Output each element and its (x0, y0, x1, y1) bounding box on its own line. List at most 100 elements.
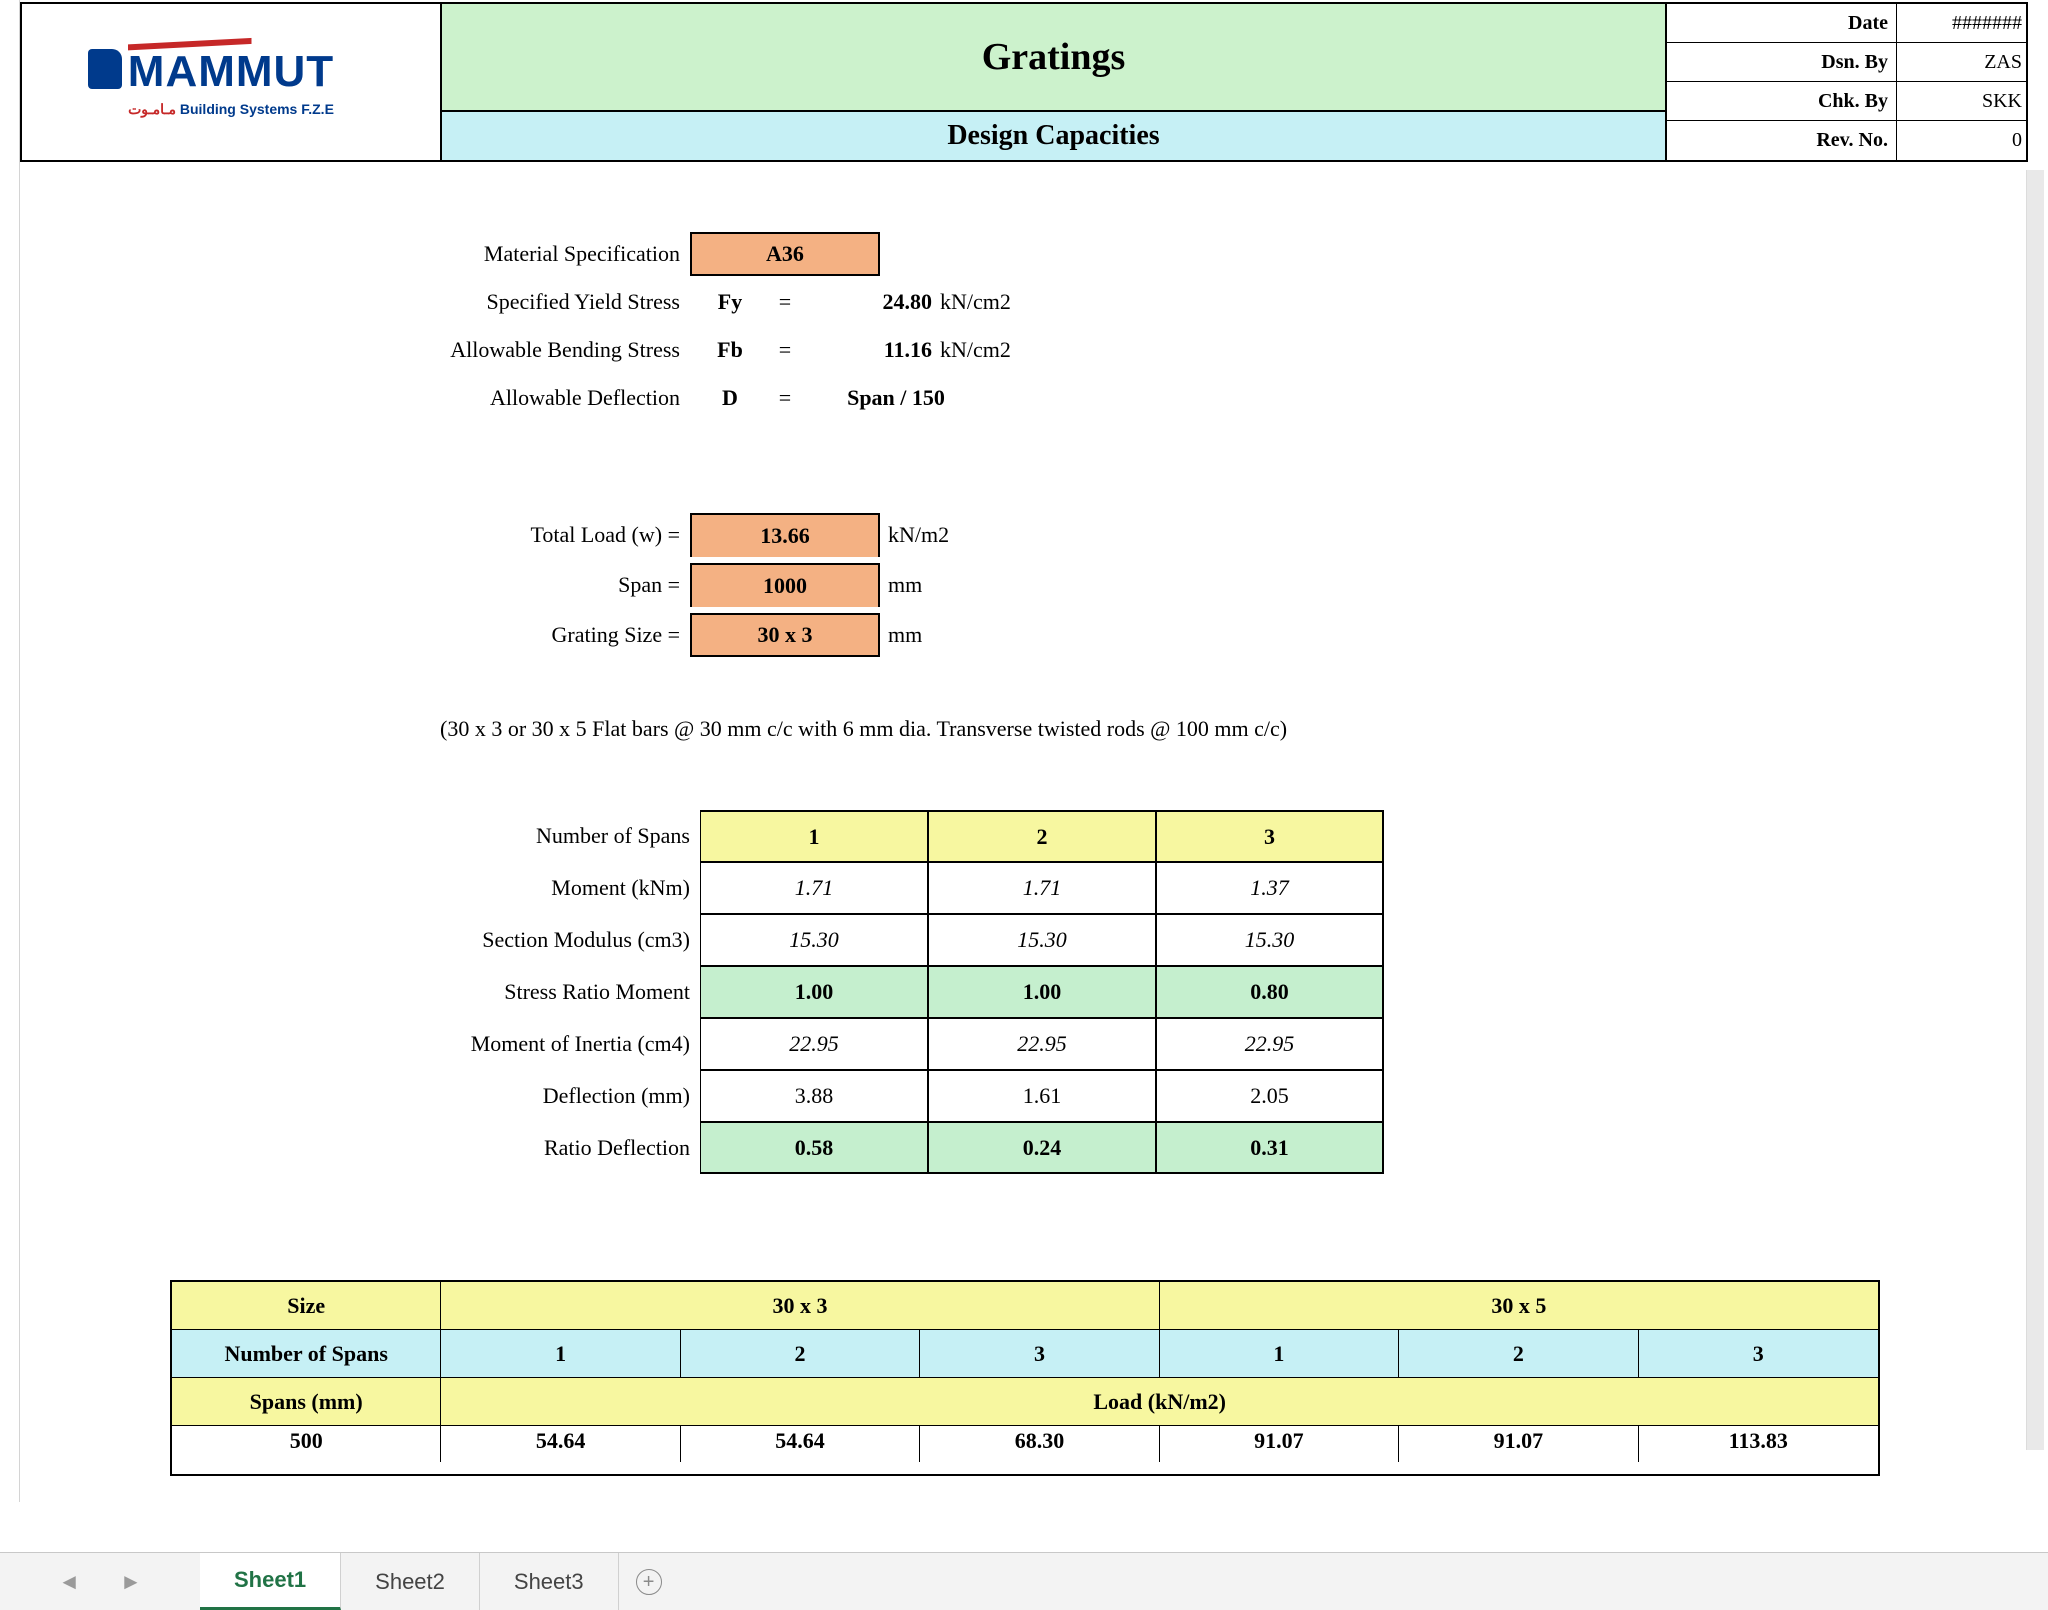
input-unit: kN/m2 (880, 522, 1000, 548)
size-group: 30 x 3 (441, 1282, 1159, 1330)
table-cell: 1.61 (928, 1070, 1156, 1122)
row-label: Moment of Inertia (cm4) (300, 1018, 700, 1070)
equals-sign: = (770, 385, 800, 411)
spec-block: Material Specification A36 Specified Yie… (300, 230, 1400, 422)
table-cell: 0.80 (1156, 966, 1384, 1018)
spec-unit: kN/cm2 (940, 289, 1060, 315)
spec-label: Allowable Bending Stress (300, 337, 690, 363)
grating-size-input[interactable]: 30 x 3 (690, 613, 880, 657)
spec-symbol: Fb (690, 337, 770, 363)
nspans-cell: 1 (1160, 1330, 1399, 1378)
table-cell: 1.71 (700, 862, 928, 914)
meta-value: SKK (1897, 82, 2028, 120)
table-cell: 0.58 (700, 1122, 928, 1174)
spec-value: Span / 150 (800, 385, 1000, 411)
meta-block: Date####### Dsn. ByZAS Chk. BySKK Rev. N… (1667, 4, 2028, 160)
meta-key: Date (1667, 4, 1897, 42)
table-cell: 1 (700, 810, 928, 862)
vertical-scrollbar[interactable] (2026, 170, 2044, 1450)
spec-value: 11.16 (800, 337, 940, 363)
spec-value: 24.80 (800, 289, 940, 315)
nspans-cell: 1 (441, 1330, 680, 1378)
row-label: Deflection (mm) (300, 1070, 700, 1122)
spansmm-header: Spans (mm) (172, 1378, 441, 1426)
load-value: 54.64 (441, 1426, 680, 1462)
size-group: 30 x 5 (1160, 1282, 1878, 1330)
table-cell: 1.37 (1156, 862, 1384, 914)
add-sheet-button[interactable]: + (619, 1569, 679, 1595)
table-cell: 2.05 (1156, 1070, 1384, 1122)
spec-label: Specified Yield Stress (300, 289, 690, 315)
table-cell: 3 (1156, 810, 1384, 862)
page-title: Gratings (442, 4, 1667, 112)
spec-label: Allowable Deflection (300, 385, 690, 411)
meta-value: 0 (1897, 121, 2028, 160)
meta-key: Dsn. By (1667, 43, 1897, 81)
table-cell: 22.95 (928, 1018, 1156, 1070)
table-cell: 2 (928, 810, 1156, 862)
row-label: Section Modulus (cm3) (300, 914, 700, 966)
spec-label: Material Specification (300, 241, 690, 267)
table-cell: 0.24 (928, 1122, 1156, 1174)
inputs-block: Total Load (w) = 13.66 kN/m2 Span = 1000… (300, 510, 1200, 660)
page-subtitle: Design Capacities (442, 112, 1667, 160)
header: MAMMUT مـامـوت Building Systems F.Z.E Gr… (20, 2, 2028, 162)
meta-value: ####### (1897, 4, 2028, 42)
spec-symbol: D (690, 385, 770, 411)
tab-nav-left-icon[interactable]: ◄ (58, 1569, 80, 1595)
row-label: Number of Spans (300, 810, 700, 862)
tab-sheet2[interactable]: Sheet2 (341, 1553, 480, 1610)
table-cell: 0.31 (1156, 1122, 1384, 1174)
nspans-header: Number of Spans (172, 1330, 441, 1378)
span-input[interactable]: 1000 (690, 563, 880, 607)
load-value: 91.07 (1160, 1426, 1399, 1462)
input-unit: mm (880, 572, 1000, 598)
nspans-cell: 2 (681, 1330, 920, 1378)
table-cell: 15.30 (700, 914, 928, 966)
row-label: Moment (kNm) (300, 862, 700, 914)
nspans-cell: 2 (1399, 1330, 1638, 1378)
spec-unit: kN/cm2 (940, 337, 1060, 363)
meta-key: Rev. No. (1667, 121, 1897, 160)
input-label: Span = (300, 572, 690, 598)
table-cell: 22.95 (700, 1018, 928, 1070)
table-cell: 15.30 (928, 914, 1156, 966)
load-value: 54.64 (681, 1426, 920, 1462)
spans-table: Number of Spans123 Moment (kNm)1.711.711… (300, 810, 1390, 1174)
load-value: 113.83 (1639, 1426, 1878, 1462)
meta-key: Chk. By (1667, 82, 1897, 120)
table-cell: 15.30 (1156, 914, 1384, 966)
logo-wordmark: MAMMUT (128, 47, 334, 97)
row-gutter (0, 0, 20, 1502)
table-cell: 1.71 (928, 862, 1156, 914)
load-table: Size 30 x 3 30 x 5 Number of Spans 1 2 3… (170, 1280, 1880, 1476)
total-load-input[interactable]: 13.66 (690, 513, 880, 557)
table-cell: 3.88 (700, 1070, 928, 1122)
load-header: Load (kN/m2) (441, 1378, 1878, 1426)
tab-nav-right-icon[interactable]: ► (120, 1569, 142, 1595)
material-spec-input[interactable]: A36 (690, 232, 880, 276)
tab-sheet1[interactable]: Sheet1 (200, 1553, 341, 1610)
table-cell: 22.95 (1156, 1018, 1384, 1070)
input-label: Grating Size = (300, 622, 690, 648)
input-unit: mm (880, 622, 1000, 648)
table-cell: 1.00 (700, 966, 928, 1018)
load-value: 91.07 (1399, 1426, 1638, 1462)
load-value: 68.30 (920, 1426, 1159, 1462)
equals-sign: = (770, 337, 800, 363)
logo: MAMMUT مـامـوت Building Systems F.Z.E (22, 4, 442, 160)
logo-subtitle: مـامـوت Building Systems F.Z.E (128, 101, 334, 118)
meta-value: ZAS (1897, 43, 2028, 81)
grating-note: (30 x 3 or 30 x 5 Flat bars @ 30 mm c/c … (440, 716, 1287, 742)
tab-sheet3[interactable]: Sheet3 (480, 1553, 619, 1610)
input-label: Total Load (w) = (300, 522, 690, 548)
plus-icon: + (636, 1569, 662, 1595)
nspans-cell: 3 (920, 1330, 1159, 1378)
table-cell: 1.00 (928, 966, 1156, 1018)
row-label: Ratio Deflection (300, 1122, 700, 1174)
size-header: Size (172, 1282, 441, 1330)
nspans-cell: 3 (1639, 1330, 1878, 1378)
equals-sign: = (770, 289, 800, 315)
row-label: Stress Ratio Moment (300, 966, 700, 1018)
spec-symbol: Fy (690, 289, 770, 315)
